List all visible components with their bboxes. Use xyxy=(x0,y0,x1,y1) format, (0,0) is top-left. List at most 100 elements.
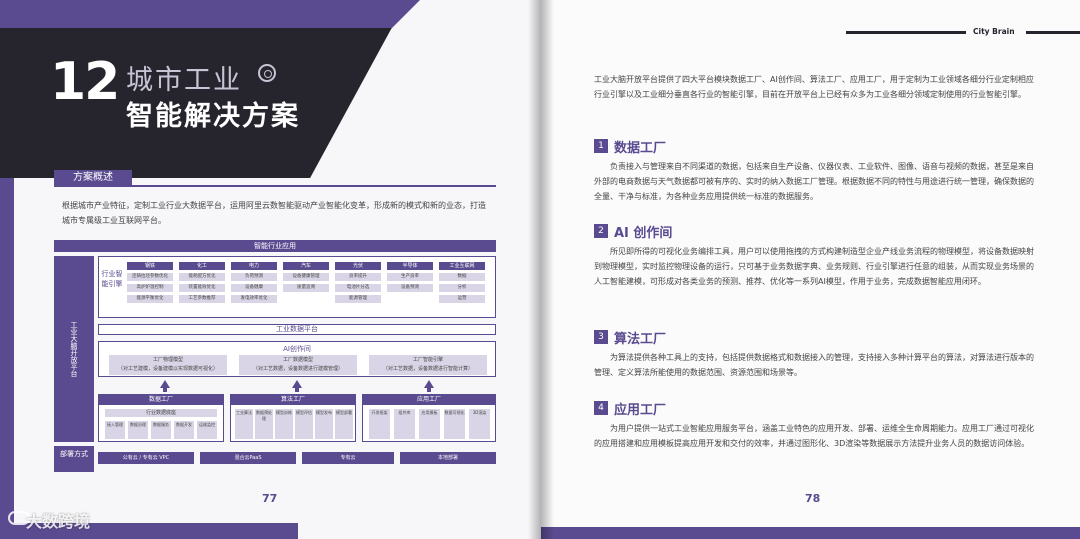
chapter-number: 12 xyxy=(50,52,120,112)
industry-column-item: 生产良率 xyxy=(387,273,433,281)
left-page: 12 城市工业 智能解决方案 方案概述 根据城市产业特征，定制工业行业大数据平台… xyxy=(0,0,541,539)
industry-column-item: 良率提升 xyxy=(335,273,381,281)
ai-box-title: 工厂物理模型 xyxy=(152,357,183,363)
factory-sub: 3D渲染 xyxy=(469,409,490,439)
industry-column-head: 化工 xyxy=(179,262,225,270)
industry-column-item: 设备预测 xyxy=(387,284,433,292)
factory-sub: 运维监控 xyxy=(197,421,217,439)
section-title: 应用工厂 xyxy=(614,403,667,418)
factory-sub: 开发框架 xyxy=(369,409,390,439)
industry-column-item: 数据 xyxy=(439,273,485,281)
page-number-right: 78 xyxy=(805,492,821,505)
intro-paragraph: 根据城市产业特征，定制工业行业大数据平台，运用阿里云数智能驱动产业智能化变革，形… xyxy=(62,201,486,225)
section-number-badge: 2 xyxy=(594,224,608,238)
industry-column: 化工能耗配方优化 装置能效优化 工艺参数推荐 xyxy=(179,262,225,314)
industry-column-head: 工业互联网 xyxy=(439,262,485,270)
ai-box-sub: （对工艺建模，设备建模以实现数据可视化） xyxy=(117,366,218,372)
header-rule-left xyxy=(846,31,966,34)
algorithm-factory-box: 算法工厂 工业算法 数据预处理 模型训练 模型评估 模型发布 模型部署 xyxy=(230,394,356,442)
industry-column-item: 发电效率优化 xyxy=(231,295,277,303)
factory-sub: 应用模板 xyxy=(419,409,440,439)
bottom-accent-bar-right xyxy=(541,527,1080,539)
section-number-badge: 1 xyxy=(594,139,608,153)
industry-column-item: 设备健康管理 xyxy=(283,273,329,281)
factory-sub: 数据预处理 xyxy=(255,409,273,439)
up-arrow-icon xyxy=(160,380,170,392)
industry-column-item: 能耗配方优化 xyxy=(179,273,225,281)
industry-column-head: 汽车 xyxy=(283,262,329,270)
section-title: AI 创作间 xyxy=(614,226,673,241)
industry-column-item: 高炉炉温控制 xyxy=(127,284,173,292)
data-platform-bar: 工业数据平台 xyxy=(98,324,496,335)
industry-column-item: 工艺参数推荐 xyxy=(179,295,225,303)
section-title: 数据工厂 xyxy=(614,141,667,156)
section-body: 为用户提供一站式工业智能应用服务平台，涵盖工业特色的应用开发、部署、运维全生命周… xyxy=(594,424,1034,448)
industry-column-head: 电力 xyxy=(231,262,277,270)
section-number-badge: 3 xyxy=(594,330,608,344)
ai-box: 工厂物理模型 （对工艺建模，设备建模以实现数据可视化） xyxy=(109,355,227,375)
watermark-text: 大数跨境 xyxy=(26,512,91,531)
industry-column-item: 负荷预测 xyxy=(231,273,277,281)
section-body: 所见即所得的可视化业务编排工具，用户可以使用拖拽的方式构建制造型企业产线业务流程… xyxy=(594,247,1034,286)
section-number-badge: 4 xyxy=(594,401,608,415)
industry-column-item: 装置能效优化 xyxy=(179,284,225,292)
industry-engine-label: 行业智能引擎 xyxy=(101,270,123,288)
right-intro-paragraph: 工业大脑开放平台提供了四大平台模块数据工厂、AI创作间、算法工厂、应用工厂，用于… xyxy=(594,75,1034,99)
factory-head: 数据工厂 xyxy=(99,395,223,405)
application-factory-box: 应用工厂 开发框架 组件库 应用模板 数据可视化 3D渲染 xyxy=(362,394,496,442)
industry-column-item: 电池片分选 xyxy=(335,284,381,292)
header-rule-right xyxy=(1026,31,1080,34)
ai-box-sub: （对工艺数据，设备数据进行建模管理） xyxy=(252,366,343,372)
ai-box-sub: （对工艺数据，设备数据进行智能计算） xyxy=(382,366,473,372)
industry-column-item: 连铸拉坯参数优化 xyxy=(127,273,173,281)
deployment-option: 专有云 xyxy=(302,452,394,464)
right-page: City Brain 工业大脑开放平台提供了四大平台模块数据工厂、AI创作间、算… xyxy=(541,0,1080,539)
industry-engine-box: 行业智能引擎 钢铁 连铸拉坯参数优化 高炉炉温控制 能源平衡优化 化工 能耗配方优化 装置能… xyxy=(98,256,496,318)
ai-box-title: 工厂数据模型 xyxy=(282,357,313,363)
industry-column: 汽车设备健康管理 质量追溯 xyxy=(283,262,329,314)
industry-column-item: 分析 xyxy=(439,284,485,292)
industry-column-head: 半导体 xyxy=(387,262,433,270)
gear-icon xyxy=(258,64,276,82)
architecture-diagram: 智能行业应用 工业大脑开放平台 部署方式 行业智能引擎 钢铁 连铸拉坯参数优化 高炉… xyxy=(54,240,496,472)
side-accent-bar xyxy=(0,178,14,523)
factory-sub: 接入管理 xyxy=(105,421,125,439)
section-body: 为算法提供各种工具上的支持，包括提供数据格式和数据接入的管理，支持接入多种计算平… xyxy=(594,353,1034,377)
diagram-deploy-label: 部署方式 xyxy=(54,446,94,472)
deployment-option: 公有云 / 专有云 VPC xyxy=(98,452,194,464)
factory-sub: 模型部署 xyxy=(335,409,353,439)
industry-column-item: 能源平衡优化 xyxy=(127,295,173,303)
data-factory-box: 数据工厂 行业数据底座 接入管理 数据治理 数据服务 数据开发 运维监控 xyxy=(98,394,224,442)
factory-sub: 工业算法 xyxy=(235,409,253,439)
page-number-left: 77 xyxy=(262,492,278,505)
factory-sub: 数据开发 xyxy=(174,421,194,439)
deployment-option: 本地部署 xyxy=(400,452,496,464)
section-label: 方案概述 xyxy=(54,170,132,186)
ai-studio-box: AI创作间 工厂物理模型 （对工艺建模，设备建模以实现数据可视化） 工厂数据模型 （… xyxy=(98,341,496,377)
diagram-top-label: 智能行业应用 xyxy=(54,240,496,252)
factory-sub: 模型训练 xyxy=(275,409,293,439)
brand-label: City Brain xyxy=(973,27,1015,36)
industry-column: 光伏 良率提升 电池片分选 能源管理 xyxy=(335,262,381,314)
chapter-title-line2: 智能解决方案 xyxy=(126,101,300,132)
section-body: 负责接入与管理来自不同渠道的数据，包括来自生产设备、仪器仪表、工业软件、图像、语… xyxy=(594,162,1034,201)
industry-column: 半导体生产良率设备预测 xyxy=(387,262,433,314)
industry-column-item: 设备健康 xyxy=(231,284,277,292)
ai-box: 工厂智能引擎 （对工艺数据，设备数据进行智能计算） xyxy=(369,355,487,375)
factory-sub: 数据治理 xyxy=(128,421,148,439)
factory-item: 行业数据底座 xyxy=(105,409,217,417)
factory-sub: 组件库 xyxy=(394,409,415,439)
book-spread: 12 城市工业 智能解决方案 方案概述 根据城市产业特征，定制工业行业大数据平台… xyxy=(0,0,1080,539)
section-divider xyxy=(54,185,496,187)
section-title: 算法工厂 xyxy=(614,332,667,347)
up-arrow-icon xyxy=(424,380,434,392)
diagram-side-label: 工业大脑开放平台 xyxy=(54,256,94,442)
ai-box-title: 工厂智能引擎 xyxy=(412,357,443,363)
industry-column-item: 运营 xyxy=(439,295,485,303)
industry-column-item: 质量追溯 xyxy=(283,284,329,292)
factory-sub: 模型发布 xyxy=(315,409,333,439)
deployment-option: 混合云PaaS xyxy=(200,452,296,464)
factory-sub: 模型评估 xyxy=(295,409,313,439)
ai-studio-title: AI创作间 xyxy=(283,345,311,353)
industry-column-item: 能源管理 xyxy=(335,295,381,303)
